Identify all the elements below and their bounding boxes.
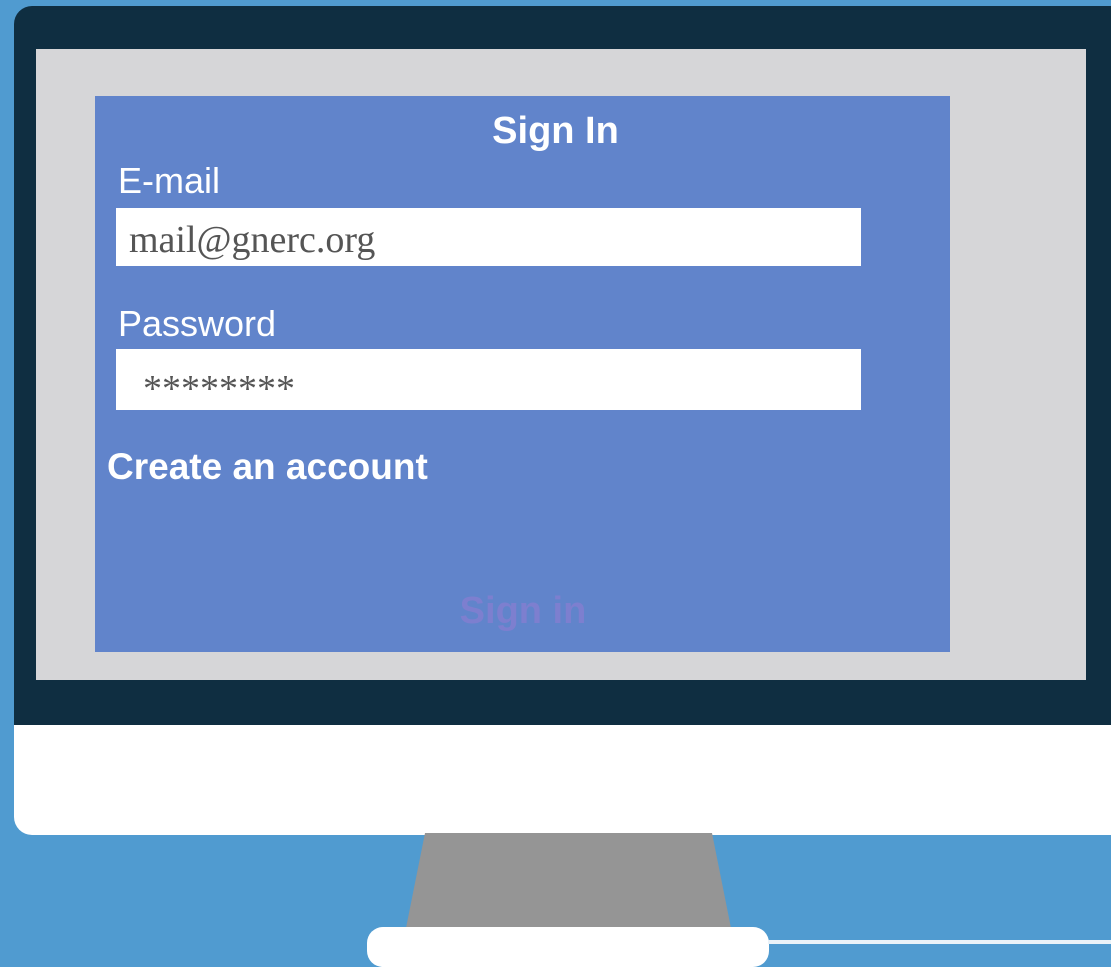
sign-in-button[interactable]: Sign in — [400, 590, 646, 633]
monitor-chin — [14, 725, 1111, 835]
monitor-stand — [405, 833, 732, 933]
password-field[interactable]: ******** — [116, 349, 861, 410]
desk-line — [768, 940, 1111, 944]
email-field[interactable]: mail@gnerc.org — [116, 208, 861, 266]
create-account-link[interactable]: Create an account — [107, 446, 428, 488]
password-label: Password — [118, 303, 277, 344]
email-label: E-mail — [118, 160, 221, 201]
page-title: Sign In — [492, 110, 619, 152]
monitor-stand-base — [367, 927, 769, 967]
